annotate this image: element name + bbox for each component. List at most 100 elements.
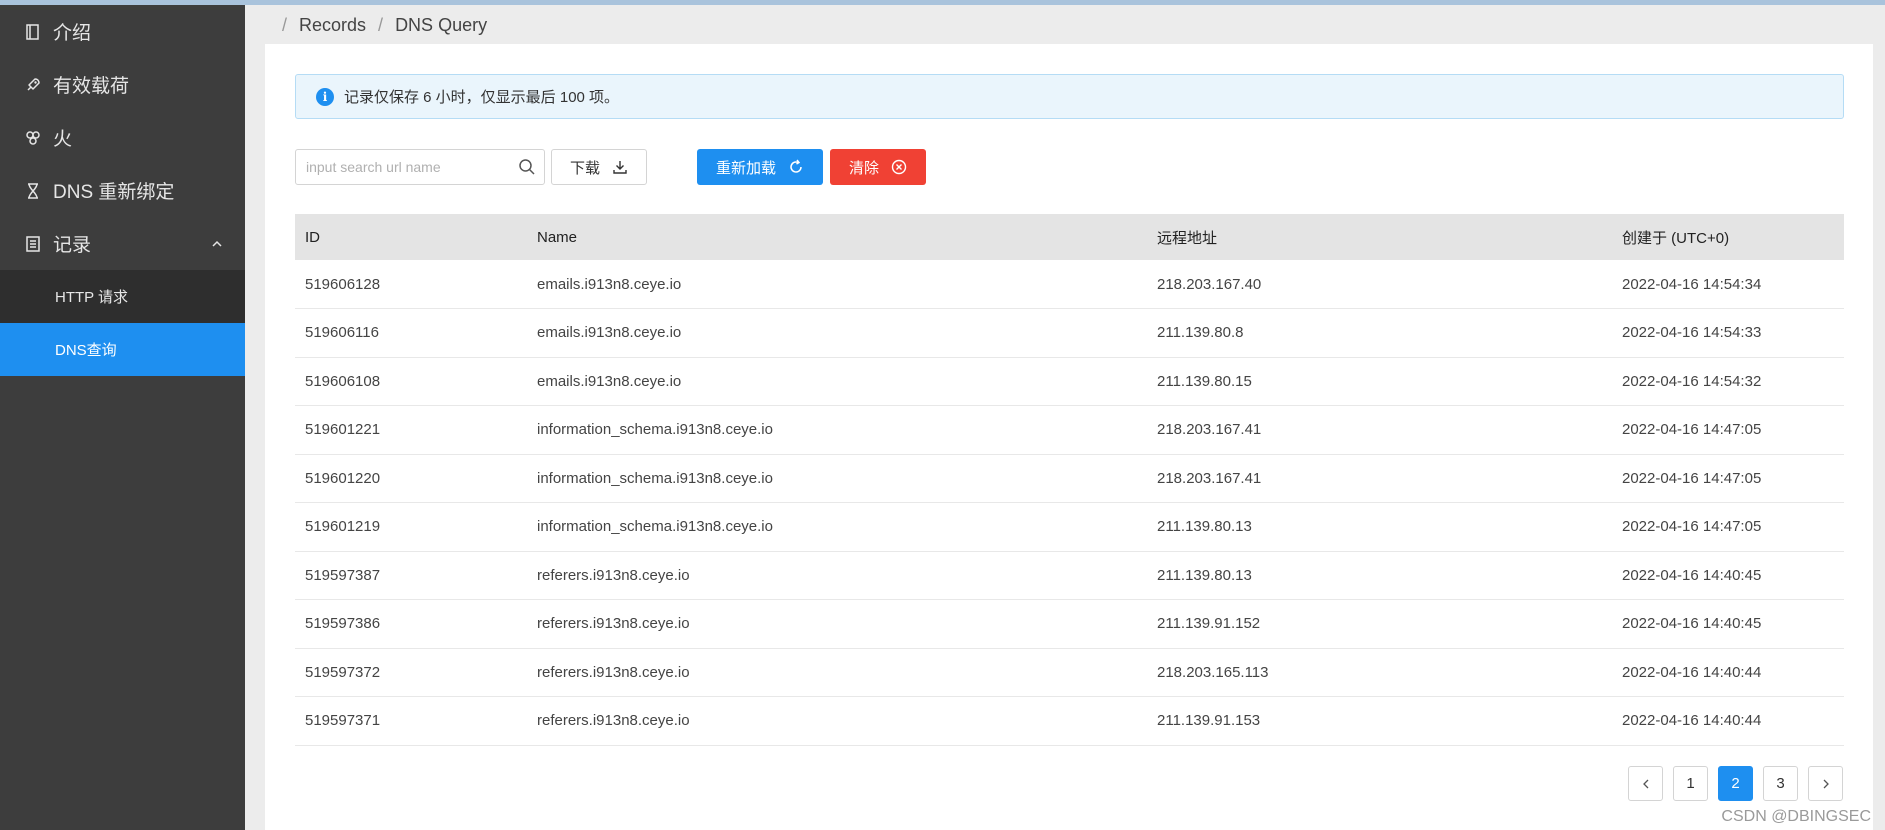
download-icon <box>613 161 627 174</box>
list-icon <box>25 235 41 253</box>
cell-remote-address: 211.139.91.152 <box>1147 599 1612 649</box>
cell-name: information_schema.i913n8.ceye.io <box>527 454 1147 503</box>
breadcrumb-dns-query: DNS Query <box>395 14 488 35</box>
table-row: 519597387 referers.i913n8.ceye.io 211.139.… <box>295 551 1844 600</box>
cell-remote-address: 218.203.167.41 <box>1147 454 1612 503</box>
table-header-row: ID Name 远程地址 创建于 (UTC+0) <box>295 214 1844 260</box>
download-button-label: 下载 <box>569 159 600 177</box>
chevron-left-icon <box>1642 779 1648 788</box>
sidebar-item-label: 介绍 <box>53 23 92 44</box>
table-row: 519601221 information_schema.i913n8.ceye.… <box>295 405 1844 455</box>
clear-button-label: 清除 <box>848 159 879 177</box>
cell-created-at: 2022-04-16 14:40:45 <box>1612 551 1844 600</box>
cell-name: emails.i913n8.ceye.io <box>527 308 1147 358</box>
breadcrumb-separator: / <box>282 14 288 35</box>
cell-name: information_schema.i913n8.ceye.io <box>527 405 1147 455</box>
breadcrumb-records[interactable]: Records <box>299 15 366 36</box>
refresh-icon <box>790 159 802 173</box>
pagination-next-button[interactable] <box>1808 766 1843 801</box>
cell-created-at: 2022-04-16 14:54:34 <box>1612 260 1844 309</box>
cell-name: emails.i913n8.ceye.io <box>527 357 1147 406</box>
table-row: 519606128 emails.i913n8.ceye.io 218.203.16… <box>295 260 1844 309</box>
cell-id: 519597372 <box>295 648 527 697</box>
sidebar-subitem-http-requests[interactable]: HTTP 请求 <box>0 270 245 323</box>
sidebar-item-dns-rebinding[interactable]: DNS 重新绑定 <box>0 164 245 217</box>
pagination-page-3[interactable]: 3 <box>1763 766 1798 801</box>
sidebar-item-payloads[interactable]: 有效载荷 <box>0 58 245 111</box>
table-row: 519601219 information_schema.i913n8.ceye.… <box>295 502 1844 552</box>
sidebar: 介绍 有效载荷 火 DNS 重新绑定 记录 HTTP 请求 DNS查询 <box>0 5 245 830</box>
column-header-created-at[interactable]: 创建于 (UTC+0) <box>1612 214 1844 260</box>
cell-created-at: 2022-04-16 14:40:44 <box>1612 696 1844 746</box>
cell-remote-address: 211.139.80.8 <box>1147 308 1612 358</box>
cell-id: 519597371 <box>295 696 527 746</box>
info-alert: i 记录仅保存 6 小时，仅显示最后 100 项。 <box>295 74 1844 119</box>
download-button[interactable]: 下载 <box>551 149 647 185</box>
clear-button[interactable]: 清除 <box>830 149 926 185</box>
fire-icon <box>25 129 41 147</box>
cell-name: referers.i913n8.ceye.io <box>527 696 1147 746</box>
cell-remote-address: 218.203.167.41 <box>1147 405 1612 455</box>
pagination-page-1[interactable]: 1 <box>1673 766 1708 801</box>
sidebar-item-records[interactable]: 记录 <box>0 217 245 270</box>
watermark: CSDN @DBINGSEC <box>1721 808 1871 825</box>
chevron-right-icon <box>1823 779 1829 788</box>
sidebar-subitem-dns-query[interactable]: DNS查询 <box>0 323 245 376</box>
close-circle-icon <box>891 159 907 175</box>
column-header-remote-address[interactable]: 远程地址 <box>1147 214 1612 260</box>
pagination-prev-button[interactable] <box>1628 766 1663 801</box>
cell-remote-address: 211.139.91.153 <box>1147 696 1612 746</box>
cell-remote-address: 211.139.80.13 <box>1147 502 1612 552</box>
search-icon[interactable] <box>518 158 536 176</box>
column-header-id[interactable]: ID <box>295 214 527 260</box>
info-alert-text: 记录仅保存 6 小时，仅显示最后 100 项。 <box>344 89 620 106</box>
cell-id: 519606108 <box>295 357 527 406</box>
cell-id: 519597386 <box>295 599 527 649</box>
content-panel: i 记录仅保存 6 小时，仅显示最后 100 项。 下载 重新加载 清除 ID … <box>265 44 1873 830</box>
table-row: 519597386 referers.i913n8.ceye.io 211.139.… <box>295 599 1844 649</box>
cell-created-at: 2022-04-16 14:40:44 <box>1612 648 1844 697</box>
sidebar-item-label: 有效载荷 <box>53 76 130 97</box>
cell-created-at: 2022-04-16 14:47:05 <box>1612 502 1844 552</box>
cell-remote-address: 211.139.80.15 <box>1147 357 1612 406</box>
cell-id: 519597387 <box>295 551 527 600</box>
cell-name: information_schema.i913n8.ceye.io <box>527 502 1147 552</box>
table-row: 519601220 information_schema.i913n8.ceye.… <box>295 454 1844 503</box>
rocket-icon <box>25 76 41 94</box>
reload-button[interactable]: 重新加载 <box>697 149 823 185</box>
cell-remote-address: 218.203.167.40 <box>1147 260 1612 309</box>
cell-id: 519606128 <box>295 260 527 309</box>
reload-button-label: 重新加载 <box>715 159 776 177</box>
cell-remote-address: 218.203.165.113 <box>1147 648 1612 697</box>
cell-created-at: 2022-04-16 14:47:05 <box>1612 405 1844 455</box>
table-row: 519606116 emails.i913n8.ceye.io 211.139.80… <box>295 308 1844 358</box>
cell-name: referers.i913n8.ceye.io <box>527 551 1147 600</box>
sidebar-item-fire[interactable]: 火 <box>0 111 245 164</box>
table-row: 519597371 referers.i913n8.ceye.io 211.139.… <box>295 696 1844 746</box>
sidebar-item-label: 记录 <box>53 235 92 256</box>
book-icon <box>25 23 41 41</box>
cell-name: emails.i913n8.ceye.io <box>527 260 1147 309</box>
dns-query-table: ID Name 远程地址 创建于 (UTC+0) 519606128 emails… <box>295 214 1844 746</box>
cell-name: referers.i913n8.ceye.io <box>527 648 1147 697</box>
search-box <box>295 149 545 185</box>
cell-created-at: 2022-04-16 14:54:33 <box>1612 308 1844 358</box>
cell-name: referers.i913n8.ceye.io <box>527 599 1147 649</box>
hourglass-icon <box>25 182 41 200</box>
pagination-page-2[interactable]: 2 <box>1718 766 1753 801</box>
chevron-up-icon <box>212 240 222 247</box>
column-header-name[interactable]: Name <box>527 214 1147 260</box>
cell-id: 519606116 <box>295 308 527 358</box>
toolbar: 下载 重新加载 清除 <box>295 149 995 185</box>
cell-id: 519601220 <box>295 454 527 503</box>
cell-id: 519601221 <box>295 405 527 455</box>
pagination: 1 2 3 <box>1613 766 1873 802</box>
table-row: 519597372 referers.i913n8.ceye.io 218.203.… <box>295 648 1844 697</box>
cell-created-at: 2022-04-16 14:40:45 <box>1612 599 1844 649</box>
table-row: 519606108 emails.i913n8.ceye.io 211.139.80… <box>295 357 1844 406</box>
info-icon: i <box>316 87 334 106</box>
breadcrumb-separator: / <box>378 14 384 35</box>
search-input[interactable] <box>296 150 506 184</box>
sidebar-item-intro[interactable]: 介绍 <box>0 5 245 58</box>
cell-created-at: 2022-04-16 14:54:32 <box>1612 357 1844 406</box>
